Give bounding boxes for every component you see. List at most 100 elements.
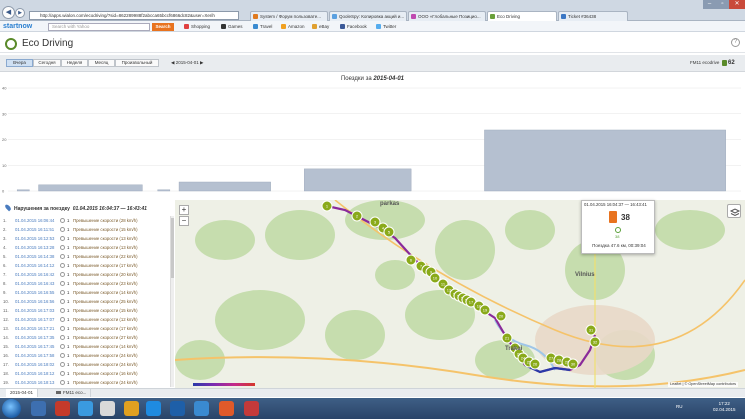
row-date[interactable]: 01.04.2015 16:17:35 — [15, 333, 54, 342]
marker-label: 27 — [549, 356, 554, 361]
row-date[interactable]: 01.04.2015 16:17:03 — [15, 306, 54, 315]
violation-row[interactable]: 18. 01.04.2015 16:18:12 1 Превышение скорос… — [0, 369, 172, 378]
start-button[interactable] — [2, 399, 21, 418]
map-attribution[interactable]: Leaflet | © OpenStreetMap contributors — [668, 382, 739, 387]
row-date[interactable]: 01.04.2015 16:17:21 — [15, 324, 54, 333]
row-date[interactable]: 01.04.2015 16:16:42 — [15, 270, 54, 279]
violation-row[interactable]: 8. 01.04.2015 16:16:43 1 Превышение скорост… — [0, 279, 172, 288]
marker-label: 28 — [557, 358, 562, 363]
close-window-icon[interactable]: ✕ — [729, 0, 745, 9]
period-today-button[interactable]: Сегодня — [33, 59, 61, 67]
maximize-icon[interactable]: ▫ — [716, 0, 729, 9]
row-type: Превышение скорости (17 km/h) — [73, 263, 138, 268]
violation-row[interactable]: 2. 01.04.2015 16:11:51 1 Превышение скорост… — [0, 225, 172, 234]
bookmark-ebay[interactable]: eBay — [312, 23, 329, 30]
violation-row[interactable]: 13. 01.04.2015 16:17:21 1 Превышение скорос… — [0, 324, 172, 333]
row-date[interactable]: 01.04.2015 16:17:07 — [15, 315, 54, 324]
browser-tab[interactable]: QooleSpy: Копировка акций и... — [329, 11, 407, 21]
bookmark-search-input[interactable]: Search with Yahoo — [48, 23, 150, 31]
row-number: 15. — [3, 344, 9, 349]
bookmark-facebook[interactable]: Facebook — [340, 23, 367, 30]
browser-tab[interactable]: System / Форум пользовате... — [250, 11, 328, 21]
bookmark-shopping[interactable]: Shopping — [184, 23, 210, 30]
violation-row[interactable]: 5. 01.04.2015 16:14:38 1 Превышение скорост… — [0, 252, 172, 261]
zoom-out-button[interactable]: − — [179, 216, 189, 226]
row-date[interactable]: 01.04.2015 16:17:45 — [15, 342, 54, 351]
row-number: 17. — [3, 362, 9, 367]
skype-icon-2[interactable] — [146, 401, 161, 416]
violation-row[interactable]: 11. 01.04.2015 16:17:03 1 Превышение скорос… — [0, 306, 172, 315]
row-date[interactable]: 01.04.2015 16:14:12 — [15, 261, 54, 270]
marker-label: 31 — [589, 328, 594, 333]
period-custom-button[interactable]: Произвольный — [115, 59, 159, 67]
violation-row[interactable]: 16. 01.04.2015 16:17:58 1 Превышение скорос… — [0, 351, 172, 360]
violation-row[interactable]: 17. 01.04.2015 16:18:02 1 Превышение скорос… — [0, 360, 172, 369]
forward-button[interactable]: ▶ — [15, 8, 25, 18]
next-date-arrow-icon[interactable]: ▶ — [200, 60, 203, 65]
violation-row[interactable]: 9. 01.04.2015 16:16:55 1 Превышение скорост… — [0, 288, 172, 297]
clock-icon — [60, 218, 65, 223]
layers-icon[interactable] — [727, 204, 741, 218]
zoom-in-button[interactable]: + — [179, 205, 189, 215]
violation-row[interactable]: 10. 01.04.2015 16:16:56 1 Превышение скорос… — [0, 297, 172, 306]
period-yesterday-button[interactable]: Вчера — [6, 59, 33, 67]
bottom-tab-date[interactable]: 2015-04-01 — [6, 389, 39, 397]
address-bar[interactable]: http://apps.wialon.com/ecodriving/?sid=8… — [29, 11, 239, 20]
bookmark-twitter[interactable]: Twitter — [376, 23, 396, 30]
row-date[interactable]: 01.04.2015 16:13:28 — [15, 243, 54, 252]
row-date[interactable]: 01.04.2015 16:14:38 — [15, 252, 54, 261]
media-player-icon[interactable] — [100, 401, 115, 416]
bookmark-games[interactable]: Games — [221, 23, 243, 30]
violation-row[interactable]: 7. 01.04.2015 16:16:42 1 Превышение скорост… — [0, 270, 172, 279]
row-date[interactable]: 01.04.2015 16:18:13 — [15, 378, 54, 387]
period-month-button[interactable]: Месяц — [88, 59, 115, 67]
violation-row[interactable]: 4. 01.04.2015 16:13:28 1 Превышение скорост… — [0, 243, 172, 252]
violation-row[interactable]: 6. 01.04.2015 16:14:12 1 Превышение скорост… — [0, 261, 172, 270]
list-scrollbar[interactable] — [170, 216, 174, 387]
tab-label: System / Форум пользовате... — [260, 14, 322, 19]
row-date[interactable]: 01.04.2015 16:16:55 — [15, 288, 54, 297]
help-icon[interactable]: ? — [731, 38, 740, 47]
unit-name: FM11 ecodrive — [690, 60, 720, 65]
browser-tab[interactable]: Ticket #36438 — [558, 11, 628, 21]
bookmark-travel[interactable]: Travel — [253, 23, 272, 30]
row-count: 1 — [67, 317, 70, 322]
row-date[interactable]: 01.04.2015 16:17:58 — [15, 351, 54, 360]
trips-bar-chart: 0 10 20 30 40 — [2, 86, 741, 194]
violation-row[interactable]: 19. 01.04.2015 16:18:13 1 Превышение скорос… — [0, 378, 172, 387]
minimize-icon[interactable]: – — [703, 0, 716, 9]
row-date[interactable]: 01.04.2015 16:06:44 — [15, 216, 54, 225]
prev-date-arrow-icon[interactable]: ◀ — [171, 60, 174, 65]
language-indicator[interactable]: RU — [676, 404, 683, 409]
back-button[interactable]: ◀ — [2, 6, 15, 19]
violation-row[interactable]: 3. 01.04.2015 16:12:53 1 Превышение скорост… — [0, 234, 172, 243]
folder-icon[interactable] — [124, 401, 139, 416]
app-icon-orange[interactable] — [219, 401, 234, 416]
outlook-icon[interactable] — [170, 401, 185, 416]
system-clock[interactable]: 17:22 02.04.2015 — [713, 401, 736, 413]
chrome-icon[interactable] — [194, 401, 209, 416]
row-date[interactable]: 01.04.2015 16:11:51 — [15, 225, 54, 234]
browser-tab[interactable]: ООО «Глобальные Позицио... — [408, 11, 486, 21]
row-type: Превышение скорости (12 km/h) — [73, 317, 138, 322]
explorer-icon[interactable] — [31, 401, 46, 416]
violation-row[interactable]: 1. 01.04.2015 16:06:44 1 Превышение скорост… — [0, 216, 172, 225]
forest-area — [215, 290, 305, 350]
app-icon-dark-red[interactable] — [244, 401, 259, 416]
skype-icon[interactable] — [78, 401, 93, 416]
bottom-tab-unit[interactable]: FM11 eco... — [52, 389, 92, 397]
row-date[interactable]: 01.04.2015 16:18:02 — [15, 360, 54, 369]
bookmark-search-button[interactable]: Search — [152, 23, 174, 31]
route-map[interactable]: 1234567891011121314151617181920212223242… — [175, 200, 745, 388]
period-week-button[interactable]: Неделя — [61, 59, 88, 67]
trip-info-popup: 01.04.2015 16:04:37 — 16:43:41 38 38 Пое… — [581, 200, 655, 254]
app-icon-red[interactable] — [55, 401, 70, 416]
row-date[interactable]: 01.04.2015 16:16:43 — [15, 279, 54, 288]
row-date[interactable]: 01.04.2015 16:12:53 — [15, 234, 54, 243]
bookmark-amazon[interactable]: Amazon — [281, 23, 305, 30]
violation-row[interactable]: 15. 01.04.2015 16:17:45 1 Превышение скорос… — [0, 342, 172, 351]
violation-row[interactable]: 14. 01.04.2015 16:17:35 1 Превышение скорос… — [0, 333, 172, 342]
violation-row[interactable]: 12. 01.04.2015 16:17:07 1 Превышение скорос… — [0, 315, 172, 324]
row-date[interactable]: 01.04.2015 16:18:12 — [15, 369, 54, 378]
row-date[interactable]: 01.04.2015 16:16:56 — [15, 297, 54, 306]
